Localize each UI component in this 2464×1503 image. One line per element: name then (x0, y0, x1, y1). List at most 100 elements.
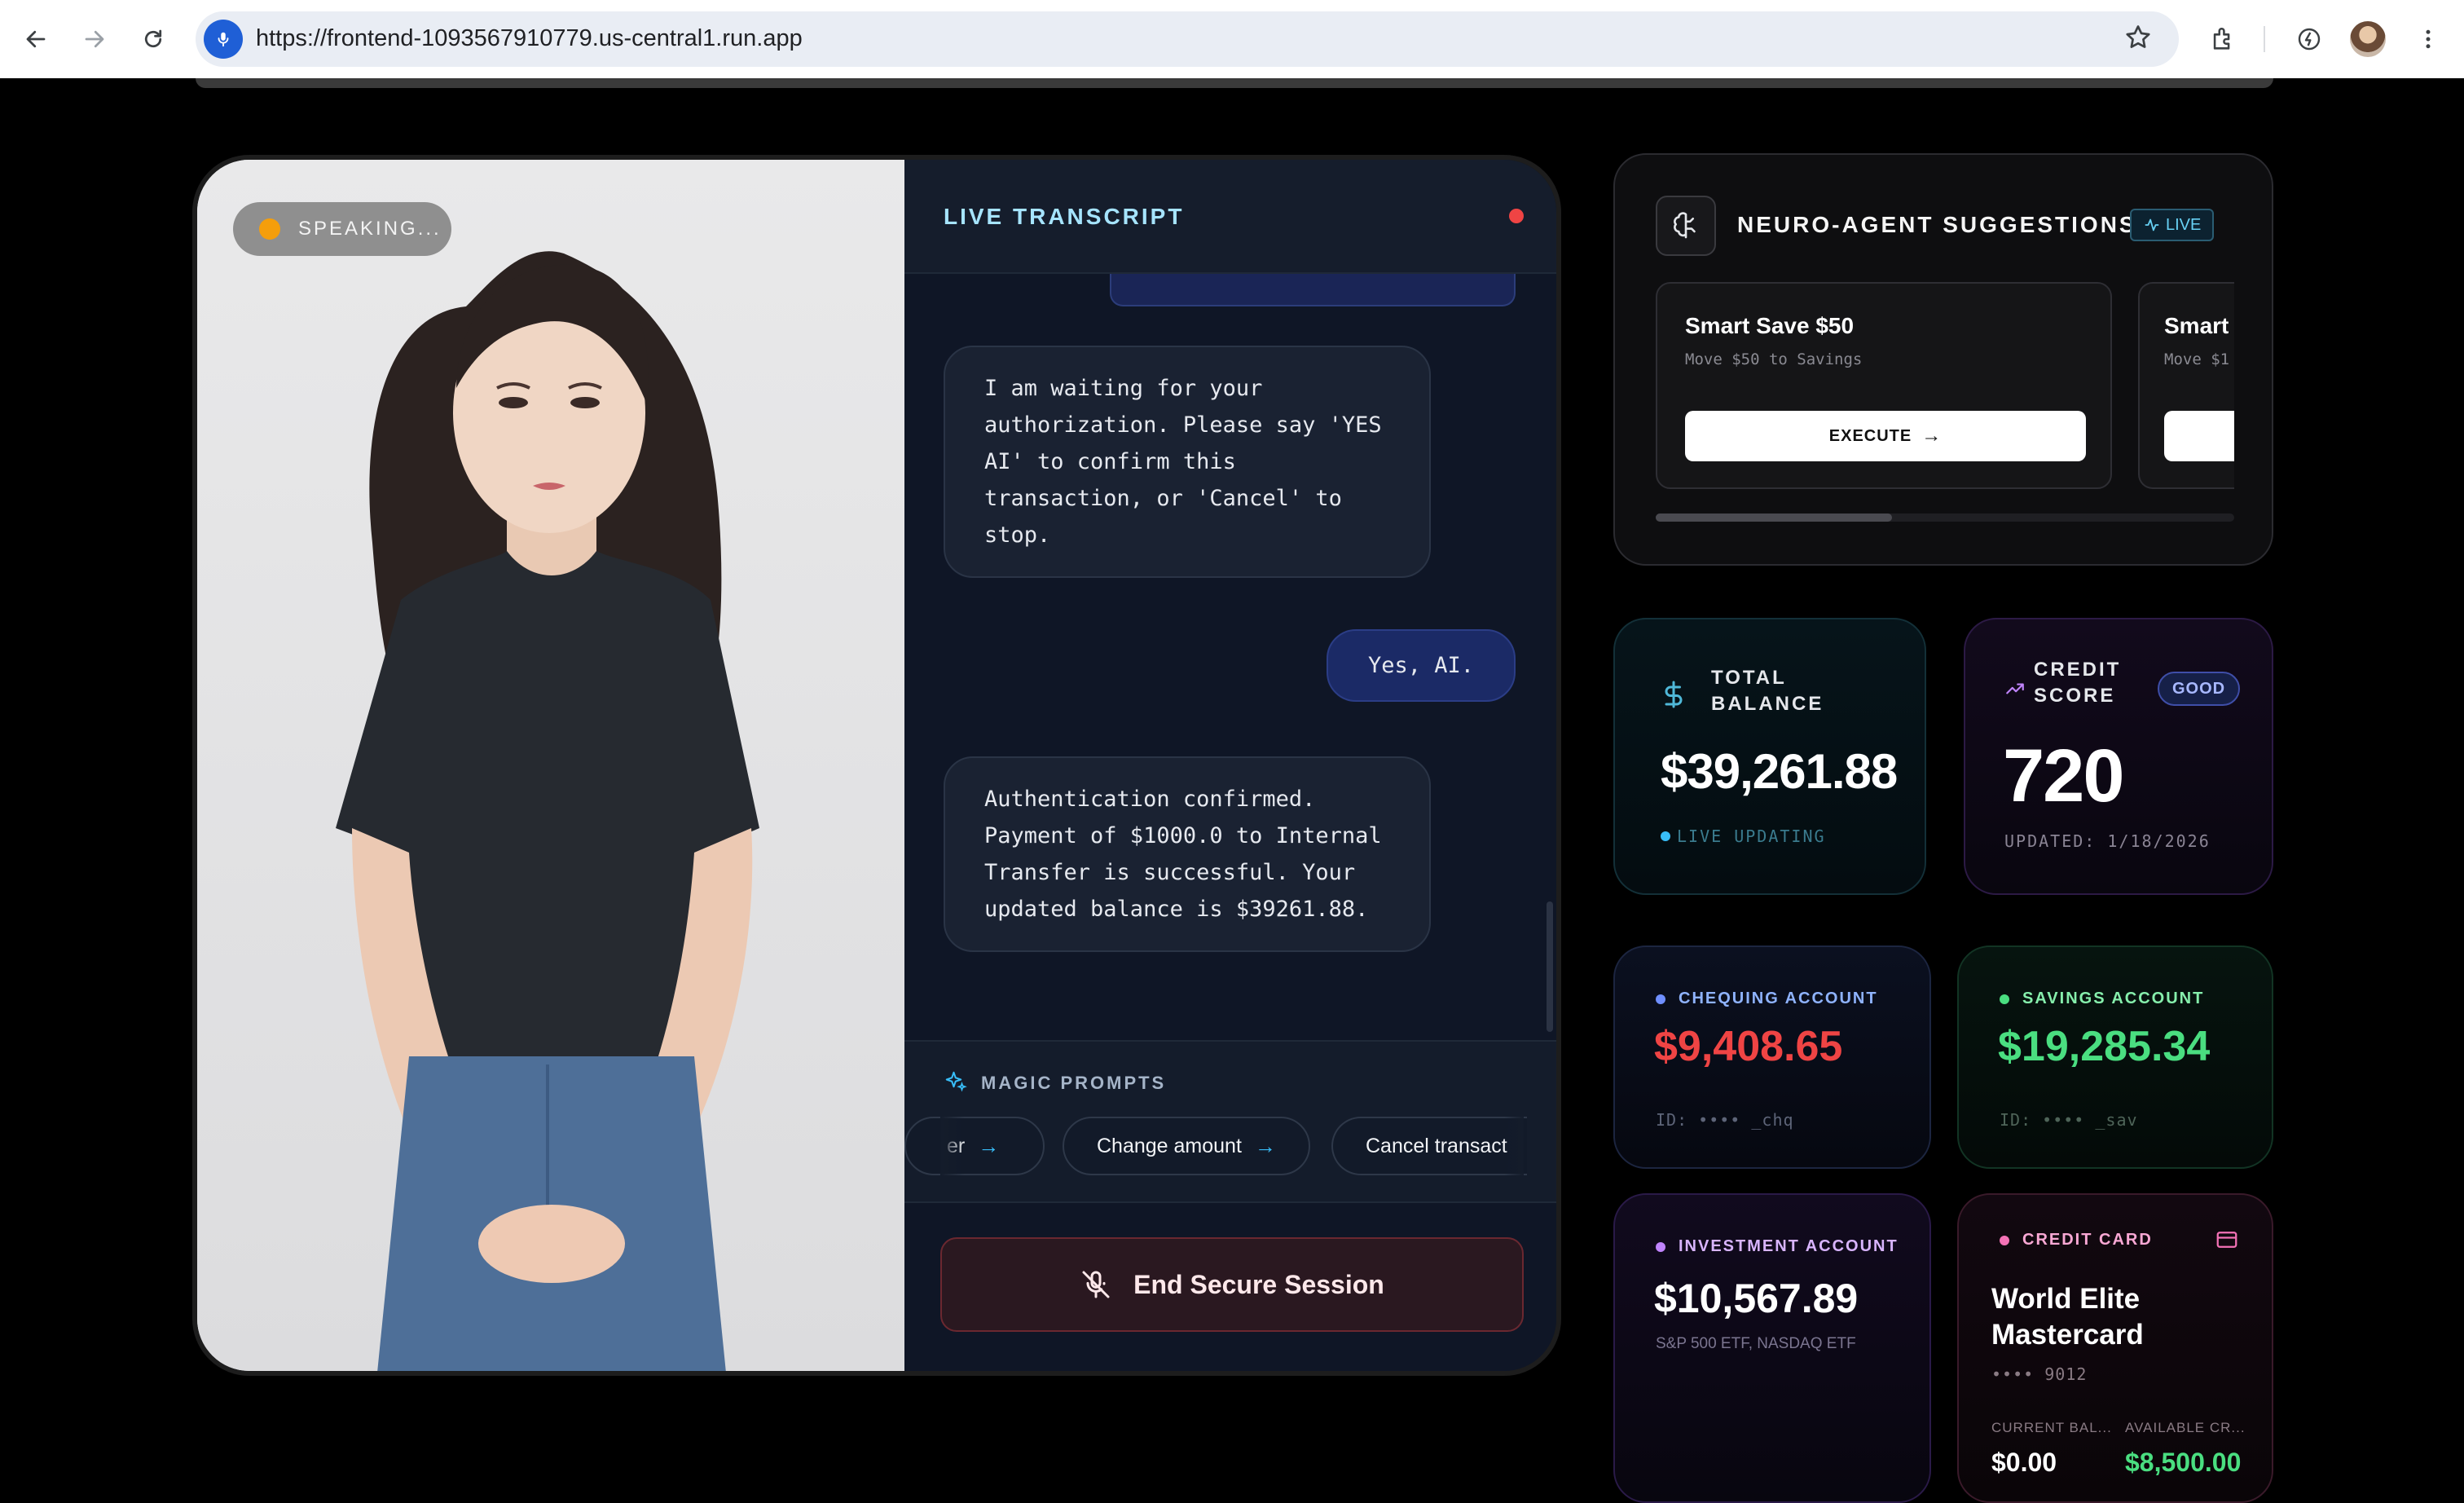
trending-up-icon (2006, 683, 2024, 694)
prompt-chip-label: Change amount (1097, 1134, 1242, 1157)
top-bar-edge (196, 78, 2273, 88)
transcript-title: LIVE TRANSCRIPT (944, 204, 1185, 229)
live-badge-text: LIVE (2166, 215, 2202, 234)
browser-toolbar: https://frontend-1093567910779.us-centra… (0, 0, 2464, 78)
arrow-right-icon: → (978, 1133, 1000, 1158)
savings-label: SAVINGS ACCOUNT (2000, 990, 2204, 1008)
chequing-balance: $9,408.65 (1654, 1023, 1843, 1070)
mic-off-icon (1082, 1271, 1110, 1298)
forward-icon[interactable] (73, 18, 116, 60)
address-bar[interactable]: https://frontend-1093567910779.us-centra… (196, 11, 2179, 67)
prompt-chip[interactable]: er→ (904, 1117, 1045, 1175)
transcript-header: LIVE TRANSCRIPT (904, 160, 1556, 274)
live-updating-text: LIVE UPDATING (1677, 826, 1826, 846)
microphone-icon[interactable] (204, 20, 243, 59)
chequing-label: CHEQUING ACCOUNT (1656, 990, 1878, 1008)
prompt-chip-label: Cancel transact (1366, 1134, 1507, 1157)
investment-label-text: INVESTMENT ACCOUNT (1679, 1237, 1899, 1255)
live-dot-icon (1661, 831, 1670, 841)
credit-card-label-text: CREDIT CARD (2022, 1231, 2153, 1249)
bookmark-star-icon[interactable] (2123, 23, 2153, 56)
scrollbar-thumb[interactable] (1656, 513, 1892, 522)
prompt-chip-change-amount[interactable]: Change amount → (1063, 1117, 1310, 1175)
chequing-id: ID: •••• _chq (1656, 1110, 1794, 1130)
available-credit-label: AVAILABLE CR... (2125, 1420, 2246, 1435)
transcript-panel: LIVE TRANSCRIPT I am waiting for your au… (904, 160, 1556, 1371)
toolbar-divider (2264, 26, 2265, 52)
neuro-agent-card: NEURO-AGENT SUGGESTIONS LIVE Smart Save … (1613, 153, 2273, 566)
suggestion-card: Smart Move $1 (2138, 282, 2234, 489)
end-secure-session-button[interactable]: End Secure Session (940, 1237, 1524, 1332)
credit-rating-badge: GOOD (2158, 672, 2241, 706)
activity-icon (2145, 218, 2159, 231)
credit-score-value: 720 (2003, 734, 2124, 818)
investment-label: INVESTMENT ACCOUNT (1656, 1237, 1899, 1256)
end-session-label: End Secure Session (1133, 1269, 1384, 1299)
more-menu-icon[interactable] (2409, 20, 2448, 59)
suggestion-title: Smart Save $50 (1685, 313, 1855, 338)
live-badge: LIVE (2130, 209, 2215, 241)
current-balance-label: CURRENT BAL... (1991, 1420, 2112, 1435)
recording-dot-icon (1509, 209, 1524, 223)
label-line: CREDIT (2034, 659, 2122, 681)
investment-account-card[interactable]: INVESTMENT ACCOUNT $10,567.89 S&P 500 ET… (1613, 1193, 1931, 1503)
investment-balance: $10,567.89 (1654, 1276, 1859, 1321)
chequing-dot-icon (1656, 994, 1665, 1004)
execute-button[interactable]: EXECUTE → (1685, 411, 2086, 461)
investment-dot-icon (1656, 1241, 1665, 1252)
credit-score-label: CREDIT SCORE (2034, 657, 2121, 709)
chips-fade-right (1504, 1117, 1524, 1175)
total-balance-value: $39,261.88 (1661, 744, 1898, 799)
brain-icon (1656, 196, 1716, 256)
current-balance-value: $0.00 (1991, 1448, 2057, 1477)
suggestion-card: Smart Save $50 Move $50 to Savings EXECU… (1656, 282, 2112, 489)
suggestion-subtitle: Move $50 to Savings (1685, 350, 1863, 368)
speaking-indicator: SPEAKING... (233, 202, 451, 256)
savings-label-text: SAVINGS ACCOUNT (2022, 990, 2205, 1007)
back-icon[interactable] (15, 18, 57, 60)
card-name-line: World Elite (1991, 1283, 2141, 1315)
card-name-line: Mastercard (1991, 1319, 2144, 1351)
profile-avatar[interactable] (2350, 21, 2386, 57)
avatar-video: SPEAKING... (197, 160, 904, 1371)
savings-account-card[interactable]: SAVINGS ACCOUNT $19,285.34 ID: •••• _sav (1957, 945, 2273, 1169)
magic-prompts-label: MAGIC PROMPTS (981, 1073, 1167, 1093)
label-line: SCORE (2034, 685, 2116, 707)
arrow-right-icon: → (1921, 425, 1943, 447)
available-credit-value: $8,500.00 (2125, 1448, 2242, 1477)
credit-score-card: CREDIT SCORE GOOD 720 UPDATED: 1/18/2026 (1964, 618, 2273, 895)
credit-card-label: CREDIT CARD (2000, 1231, 2153, 1250)
prompt-chip-cancel-transaction[interactable]: Cancel transact (1331, 1117, 1527, 1175)
label-line: BALANCE (1711, 693, 1824, 715)
dollar-icon (1665, 681, 1683, 708)
credit-card-card[interactable]: CREDIT CARD World Elite Mastercard •••• … (1957, 1193, 2273, 1503)
execute-button[interactable] (2164, 411, 2234, 461)
transcript-scrollbar[interactable] (1547, 901, 1553, 1032)
suggestion-title: Smart (2164, 313, 2229, 338)
suggestions-scrollbar[interactable] (1656, 513, 2234, 522)
sparkles-icon (945, 1071, 967, 1092)
agent-portrait (197, 160, 904, 1371)
performance-icon[interactable] (2290, 20, 2329, 59)
url-text[interactable]: https://frontend-1093567910779.us-centra… (256, 25, 803, 52)
arrow-right-icon: → (1254, 1133, 1276, 1158)
total-balance-label: TOTAL BALANCE (1711, 665, 1824, 717)
previous-user-message (1110, 274, 1516, 306)
investment-holdings: S&P 500 ETF, NASDAQ ETF (1656, 1335, 1856, 1352)
live-updating-status: LIVE UPDATING (1661, 826, 1826, 846)
magic-prompts-section: MAGIC PROMPTS er→ Change amount → Cancel … (904, 1040, 1556, 1203)
label-line: TOTAL (1711, 667, 1787, 689)
credit-card-icon (2216, 1232, 2237, 1248)
savings-dot-icon (2000, 994, 2009, 1004)
user-message: Yes, AI. (1327, 629, 1516, 702)
chequing-label-text: CHEQUING ACCOUNT (1679, 990, 1878, 1007)
credit-card-name: World Elite Mastercard (1991, 1281, 2144, 1353)
ai-message: I am waiting for your authorization. Ple… (944, 346, 1431, 578)
execute-label: EXECUTE (1828, 426, 1912, 445)
extensions-icon[interactable] (2203, 20, 2242, 59)
suggestion-subtitle: Move $1 (2164, 350, 2230, 368)
chequing-account-card[interactable]: CHEQUING ACCOUNT $9,408.65 ID: •••• _chq (1613, 945, 1931, 1169)
reload-icon[interactable] (132, 18, 174, 60)
savings-balance: $19,285.34 (1998, 1023, 2211, 1070)
savings-id: ID: •••• _sav (2000, 1110, 2138, 1130)
